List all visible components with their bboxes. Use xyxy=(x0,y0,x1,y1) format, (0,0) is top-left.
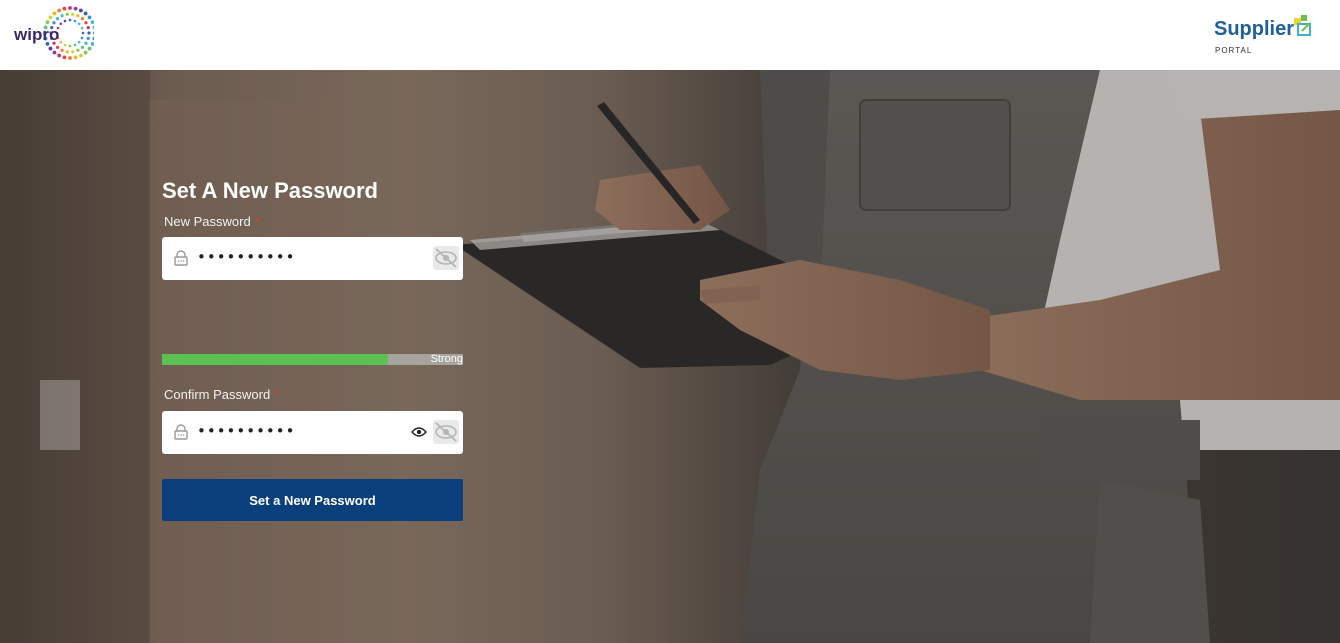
logo-dot xyxy=(80,36,84,40)
logo-dot xyxy=(86,36,90,40)
logo-dot xyxy=(92,25,97,30)
logo-dot xyxy=(60,14,64,18)
logo-dot xyxy=(48,46,53,51)
logo-dot xyxy=(84,41,88,45)
logo-dot xyxy=(60,48,64,52)
supplier-portal-logo[interactable]: Supplier PORTAL xyxy=(1214,12,1314,60)
logo-dot xyxy=(68,18,72,22)
password-strength-fill xyxy=(162,354,388,365)
logo-dot xyxy=(76,48,80,52)
logo-dot xyxy=(84,21,88,25)
confirm-password-label-text: Confirm Password xyxy=(164,387,271,402)
logo-dot xyxy=(62,6,67,11)
eye-icon[interactable] xyxy=(411,426,427,438)
new-password-label-text: New Password xyxy=(164,214,251,229)
password-strength-meter: Strong xyxy=(162,353,463,365)
logo-dot xyxy=(59,40,63,44)
logo-dot xyxy=(55,45,60,49)
logo-dot xyxy=(55,17,60,21)
logo-dot xyxy=(45,20,50,25)
eye-off-icon[interactable] xyxy=(433,420,459,444)
hero-background: Set A New Password New Password * •••••••… xyxy=(0,70,1340,643)
new-password-field[interactable]: •••••••••• xyxy=(162,237,463,280)
lock-icon xyxy=(174,424,188,440)
logo-dot xyxy=(87,31,91,35)
logo-dot xyxy=(52,11,57,16)
logo-dot xyxy=(71,50,75,54)
logo-dot xyxy=(90,20,95,25)
logo-dot xyxy=(83,11,88,16)
logo-dot xyxy=(86,26,90,30)
logo-dot xyxy=(77,22,81,26)
set-new-password-button[interactable]: Set a New Password xyxy=(162,479,463,521)
logo-dot xyxy=(73,55,78,60)
required-mark: * xyxy=(274,387,280,402)
confirm-password-input[interactable]: •••••••••• xyxy=(197,422,295,440)
logo-dot xyxy=(76,14,80,18)
logo-dot xyxy=(57,53,62,58)
new-password-input[interactable]: •••••••••• xyxy=(197,248,295,266)
logo-dot xyxy=(48,15,53,20)
logo-dot xyxy=(71,12,75,16)
logo-dot xyxy=(78,53,83,58)
logo-dot xyxy=(65,50,69,54)
logo-dot xyxy=(93,31,97,35)
portal-logo-subtext: PORTAL xyxy=(1215,46,1253,55)
logo-dot xyxy=(87,46,92,51)
logo-dot xyxy=(78,8,83,13)
logo-dot xyxy=(57,8,62,13)
wipro-logo-text: wipro xyxy=(14,25,60,44)
logo-dot xyxy=(73,43,77,47)
logo-dot xyxy=(92,36,97,41)
logo-dot xyxy=(65,12,69,16)
confirm-password-field[interactable]: •••••••••• xyxy=(162,411,463,454)
logo-dot xyxy=(83,50,88,55)
logo-dot xyxy=(68,6,72,10)
logo-dot xyxy=(87,15,92,20)
new-password-label: New Password * xyxy=(164,214,260,229)
logo-dot xyxy=(52,50,57,55)
lock-icon xyxy=(174,250,188,266)
top-header: wipro Supplier PORTAL xyxy=(0,0,1340,70)
logo-dot xyxy=(80,17,85,21)
supplier-logo-text: Supplier xyxy=(1214,18,1295,40)
logo-dot xyxy=(73,19,77,23)
supplier-logo-mark-icon xyxy=(1294,15,1311,36)
wipro-logo[interactable]: wipro xyxy=(12,3,97,65)
logo-dot xyxy=(80,26,84,30)
logo-dot xyxy=(52,21,56,25)
logo-dot xyxy=(73,6,78,11)
required-mark: * xyxy=(254,214,260,229)
logo-dot xyxy=(68,44,72,48)
logo-dot xyxy=(90,41,95,46)
form-title: Set A New Password xyxy=(162,178,378,203)
eye-off-icon[interactable] xyxy=(433,246,459,270)
logo-dot xyxy=(59,22,63,26)
logo-dot xyxy=(77,40,81,44)
logo-dot xyxy=(68,56,72,60)
logo-dot xyxy=(63,19,67,23)
logo-dot xyxy=(62,55,67,60)
logo-dot xyxy=(80,45,85,49)
password-strength-label: Strong xyxy=(430,353,463,365)
logo-dot xyxy=(63,43,67,47)
logo-dot xyxy=(81,31,85,35)
confirm-password-label: Confirm Password * xyxy=(164,387,279,402)
